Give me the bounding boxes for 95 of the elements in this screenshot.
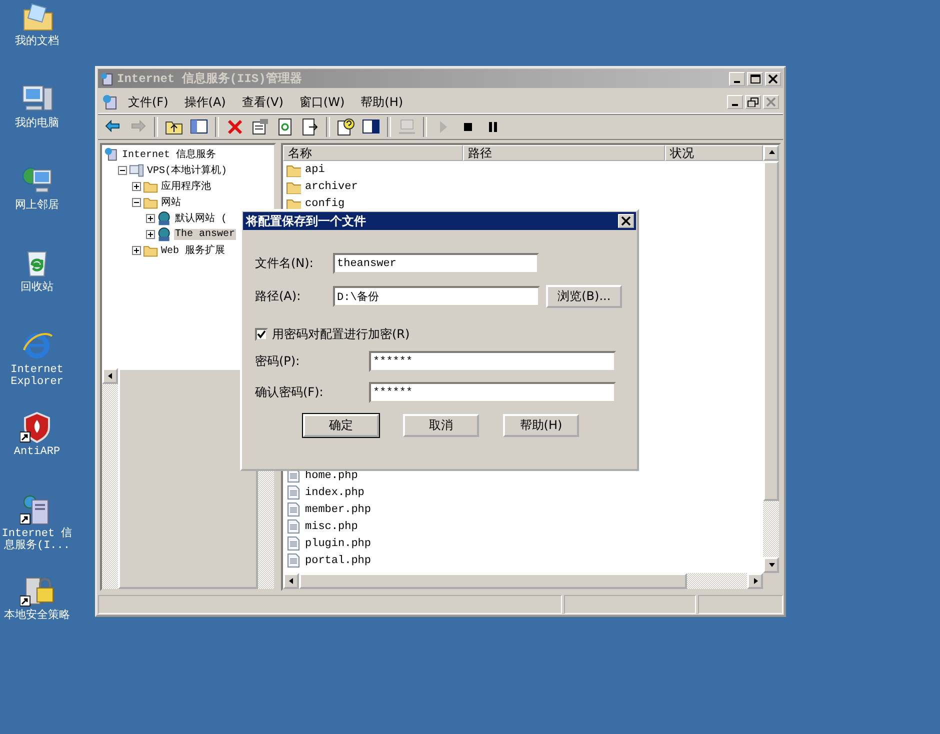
field-label: 确认密码(F): [255, 384, 324, 401]
computer-icon [398, 118, 416, 136]
minimize-icon [734, 80, 740, 82]
toolbar-button[interactable] [335, 116, 357, 138]
menu-item[interactable]: 查看(V) [236, 94, 290, 110]
file-name[interactable]: archiver [305, 180, 358, 192]
max-button[interactable] [747, 72, 763, 86]
tree-item[interactable]: VPS(本地计算机) [146, 163, 228, 177]
column-header[interactable]: 名称 [283, 145, 463, 161]
desktop-icon-label[interactable]: AntiARP [0, 446, 74, 458]
file-icon [286, 553, 301, 568]
menu-item[interactable]: 操作(A) [178, 94, 232, 110]
file-name[interactable]: portal.php [305, 554, 372, 566]
console-icon [362, 118, 380, 136]
file-name[interactable]: api [305, 164, 325, 176]
delete-icon [226, 118, 244, 136]
server-icon [100, 72, 114, 86]
minimize-icon [732, 104, 738, 106]
checkbox-label[interactable]: 用密码对配置进行加密(R) [272, 326, 410, 342]
tree-item[interactable]: 网站 [160, 195, 182, 209]
menu-item[interactable]: 帮助(H) [354, 94, 410, 110]
scroll-down-button[interactable] [763, 557, 779, 573]
expander-icon[interactable] [132, 198, 141, 206]
browse-button[interactable]: 浏览(B)... [546, 285, 622, 308]
desktop-icon-label[interactable]: 本地安全策略 [0, 610, 74, 622]
computer-icon [129, 162, 144, 178]
text-field[interactable]: theanswer [333, 253, 539, 274]
text-field[interactable]: D:\备份 [333, 286, 540, 307]
tree-item[interactable]: The answer [174, 228, 236, 240]
expander-icon[interactable] [146, 230, 155, 238]
text-field[interactable]: ****** [369, 382, 616, 403]
close-icon [767, 74, 779, 84]
horizontal-scrollbar[interactable] [283, 573, 763, 589]
panel-toggle-icon [190, 118, 208, 136]
vertical-scrollbar[interactable] [763, 145, 779, 573]
tree-item[interactable]: 应用程序池 [160, 179, 212, 193]
file-name[interactable]: home.php [305, 470, 358, 482]
field-label: 文件名(N): [255, 255, 314, 272]
file-name[interactable]: member.php [305, 504, 372, 516]
dialog-title: 将配置保存到一个文件 [246, 212, 366, 230]
expander-icon[interactable] [146, 214, 155, 222]
scroll-left-button[interactable] [102, 368, 118, 384]
dialog-button[interactable]: 取消 [403, 414, 479, 437]
tree-item[interactable]: Internet 信息服务 [121, 147, 218, 161]
maximize-icon [749, 74, 761, 84]
desktop-icon-label[interactable]: 回收站 [0, 282, 74, 294]
file-icon [286, 536, 301, 551]
help-icon [337, 118, 355, 136]
scroll-up-button[interactable] [763, 145, 779, 161]
field-label: 密码(P): [255, 353, 301, 370]
export-list-icon [301, 118, 319, 136]
close-button[interactable] [618, 214, 634, 228]
min-button[interactable] [727, 95, 743, 109]
restore-button[interactable] [745, 95, 761, 109]
window-title: Internet 信息服务(IIS)管理器 [117, 70, 302, 87]
menu-item[interactable]: 窗口(W) [293, 94, 351, 110]
expander-icon[interactable] [118, 166, 127, 174]
field-label: 路径(A): [255, 288, 302, 305]
dialog-button[interactable]: 帮助(H) [503, 414, 579, 437]
server-icon [104, 146, 119, 162]
dialog-button[interactable]: 确定 [303, 414, 379, 437]
desktop-icon-label[interactable]: 网上邻居 [0, 200, 74, 212]
column-header[interactable]: 路径 [463, 145, 665, 161]
close-button[interactable] [765, 72, 781, 86]
column-header[interactable]: 状况 [665, 145, 763, 161]
restore-icon [747, 97, 759, 107]
file-name[interactable]: index.php [305, 486, 364, 498]
file-name[interactable]: plugin.php [305, 538, 372, 550]
desktop-icon-label[interactable]: Internet 信息服务(I... [0, 528, 74, 552]
scroll-left-button[interactable] [283, 573, 299, 589]
text-field[interactable]: ****** [369, 351, 616, 372]
scroll-thumb[interactable] [763, 161, 779, 501]
tree-item[interactable]: Web 服务扩展 [160, 243, 226, 257]
checkbox[interactable] [255, 328, 268, 340]
expander-icon[interactable] [132, 182, 141, 190]
globe-icon [157, 210, 172, 226]
desktop-icon-label[interactable]: 我的文档 [0, 36, 74, 48]
file-icon [286, 485, 301, 500]
tree-item[interactable]: 默认网站 ( [174, 211, 228, 225]
globe-icon [157, 226, 172, 242]
file-icon [286, 519, 301, 534]
expander-icon[interactable] [132, 246, 141, 254]
refresh-icon [276, 118, 294, 136]
properties-icon [251, 118, 269, 136]
file-name[interactable]: misc.php [305, 520, 358, 532]
file-icon [286, 502, 301, 517]
file-name[interactable]: config [305, 198, 345, 210]
close-icon [765, 97, 777, 107]
desktop-icon-label[interactable]: Internet Explorer [0, 364, 74, 388]
menu-item[interactable]: 文件(F) [122, 94, 174, 110]
server-icon [102, 94, 118, 110]
min-button[interactable] [729, 72, 745, 86]
scroll-right-button[interactable] [747, 573, 763, 589]
scroll-thumb[interactable] [299, 573, 687, 589]
desktop-icon-label[interactable]: 我的电脑 [0, 118, 74, 130]
